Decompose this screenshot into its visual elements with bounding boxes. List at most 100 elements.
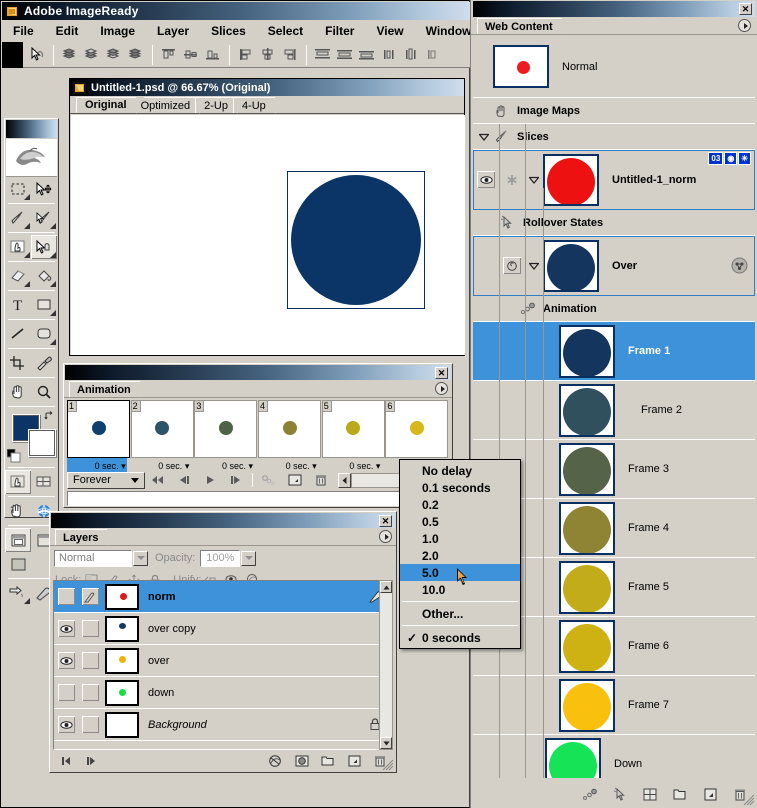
delay-menu-item[interactable]: 1.0	[400, 530, 520, 547]
align-top-icon[interactable]	[159, 45, 179, 65]
delay-menu-item-current[interactable]: ✓ 0 seconds	[400, 629, 520, 646]
loop-option-select[interactable]: Forever	[67, 471, 145, 489]
toggle-image-map-visibility-icon[interactable]	[5, 470, 31, 494]
layer-visibility-toggle[interactable]	[54, 678, 78, 708]
rollover-options-icon[interactable]	[731, 257, 748, 274]
rollover-expand-chevron-icon[interactable]	[525, 262, 543, 270]
rollover-states-header[interactable]: Rollover States	[473, 210, 755, 236]
layer-row[interactable]: over copy	[54, 613, 392, 645]
rectangular-marquee-icon[interactable]	[5, 177, 31, 201]
normal-state-row[interactable]: Normal	[473, 36, 755, 98]
crop-icon[interactable]	[5, 351, 31, 375]
tab-web-content[interactable]: Web Content	[477, 18, 570, 35]
distribute-horizontal-center-icon[interactable]	[401, 45, 421, 65]
scroll-left-button[interactable]	[338, 472, 351, 488]
rectangle-shape-icon[interactable]	[31, 293, 57, 317]
tab-layers[interactable]: Layers	[55, 529, 117, 546]
layers-vertical-scrollbar[interactable]	[379, 580, 393, 750]
rollover-options-toggle[interactable]	[499, 257, 525, 274]
animation-frame[interactable]: 4 0 sec. ▾	[258, 400, 322, 472]
zoom-icon[interactable]	[31, 380, 57, 404]
animation-frame[interactable]: 3 0 sec. ▾	[194, 400, 258, 472]
layer-link-toggle[interactable]	[78, 582, 102, 612]
opacity-input[interactable]: 100%	[200, 549, 241, 567]
menu-slices[interactable]: Slices	[200, 22, 257, 40]
align-vertical-center-icon[interactable]	[181, 45, 201, 65]
menu-image[interactable]: Image	[89, 22, 146, 40]
delay-menu-item[interactable]: 0.2	[400, 496, 520, 513]
document-canvas[interactable]	[71, 115, 465, 355]
new-group-icon[interactable]	[665, 784, 695, 804]
line-icon[interactable]	[5, 322, 31, 346]
select-next-frame-icon[interactable]	[223, 471, 249, 489]
rounded-rectangle-icon[interactable]	[31, 322, 57, 346]
full-screen-icon[interactable]	[5, 552, 31, 576]
animation-section-header[interactable]: Animation	[473, 296, 755, 322]
slice-select-icon[interactable]	[31, 206, 57, 230]
tab-animation[interactable]: Animation	[69, 381, 148, 398]
slice-lock-toggle[interactable]	[499, 174, 525, 186]
layer-row[interactable]: Background	[54, 709, 392, 741]
distribute-top-icon[interactable]	[313, 45, 333, 65]
jump-to-photoshop-icon[interactable]	[5, 581, 31, 605]
type-icon[interactable]: T	[5, 293, 31, 317]
delete-frame-icon[interactable]	[308, 471, 334, 489]
tab-2up[interactable]: 2-Up	[195, 97, 245, 114]
hand-icon[interactable]	[5, 380, 31, 404]
layer-link-toggle[interactable]	[78, 678, 102, 708]
create-image-map-icon[interactable]	[605, 784, 635, 804]
animation-frame-row[interactable]: Frame 7	[473, 676, 755, 735]
rollover-state-row[interactable]: Over	[473, 236, 755, 296]
tab-original[interactable]: Original	[76, 97, 144, 114]
select-previous-frame-icon[interactable]	[171, 471, 197, 489]
toolbox-titlebar[interactable]	[6, 120, 57, 138]
layers-resize-grip[interactable]	[381, 758, 394, 771]
delay-menu-item[interactable]: 2.0	[400, 547, 520, 564]
tab-4up[interactable]: 4-Up	[232, 97, 283, 114]
layer-row[interactable]: over	[54, 645, 392, 677]
slices-section-header[interactable]: Slices	[473, 124, 755, 150]
layer-style-icon[interactable]	[263, 752, 289, 770]
image-map-select-icon[interactable]	[31, 235, 57, 259]
layer-row[interactable]: norm	[54, 581, 392, 613]
layer-visibility-toggle[interactable]	[54, 614, 78, 644]
layer-row[interactable]: down	[54, 677, 392, 709]
web-content-close-button[interactable]: ✕	[739, 3, 752, 15]
delay-menu-item[interactable]: No delay	[400, 462, 520, 479]
distribute-left-icon[interactable]	[379, 45, 399, 65]
new-layer-icon[interactable]	[341, 752, 367, 770]
layer-visibility-toggle[interactable]	[54, 582, 78, 612]
layers-close-button[interactable]: ✕	[379, 515, 392, 527]
preview-document-icon[interactable]	[5, 499, 31, 523]
panel-menu-icon[interactable]	[435, 382, 448, 395]
delay-menu-item[interactable]: 0.5	[400, 513, 520, 530]
layer-link-toggle[interactable]	[78, 710, 102, 740]
send-to-back-icon[interactable]	[126, 45, 146, 65]
animation-panel-titlebar[interactable]: ✕	[65, 365, 451, 380]
background-color-swatch[interactable]	[28, 429, 56, 457]
layer-link-toggle[interactable]	[78, 646, 102, 676]
send-backward-icon[interactable]	[104, 45, 124, 65]
menu-select[interactable]: Select	[257, 22, 314, 40]
layers-panel-titlebar[interactable]: ✕	[51, 513, 395, 528]
chevron-down-icon[interactable]	[477, 133, 491, 141]
distribute-vertical-center-icon[interactable]	[335, 45, 355, 65]
menu-filter[interactable]: Filter	[314, 22, 365, 40]
layer-visibility-toggle[interactable]	[54, 710, 78, 740]
layer-visibility-toggle[interactable]	[54, 646, 78, 676]
down-state-row[interactable]: Down	[473, 735, 755, 778]
new-slice-icon[interactable]	[695, 784, 725, 804]
application-titlebar[interactable]: Adobe ImageReady	[2, 2, 470, 20]
delay-menu-item[interactable]: 0.1 seconds	[400, 479, 520, 496]
distribute-right-icon[interactable]	[423, 45, 443, 65]
image-map-tool-icon[interactable]	[5, 235, 31, 259]
panel-menu-icon[interactable]	[379, 530, 392, 543]
animation-frame-row[interactable]: Frame 1	[473, 322, 755, 381]
eraser-icon[interactable]	[5, 264, 31, 288]
scroll-up-button[interactable]	[380, 581, 392, 593]
image-map-select-icon[interactable]	[27, 45, 47, 65]
paint-bucket-icon[interactable]	[31, 264, 57, 288]
slice-expand-chevron-icon[interactable]	[525, 176, 543, 184]
distribute-bottom-icon[interactable]	[357, 45, 377, 65]
web-content-titlebar[interactable]: ✕	[473, 1, 755, 17]
